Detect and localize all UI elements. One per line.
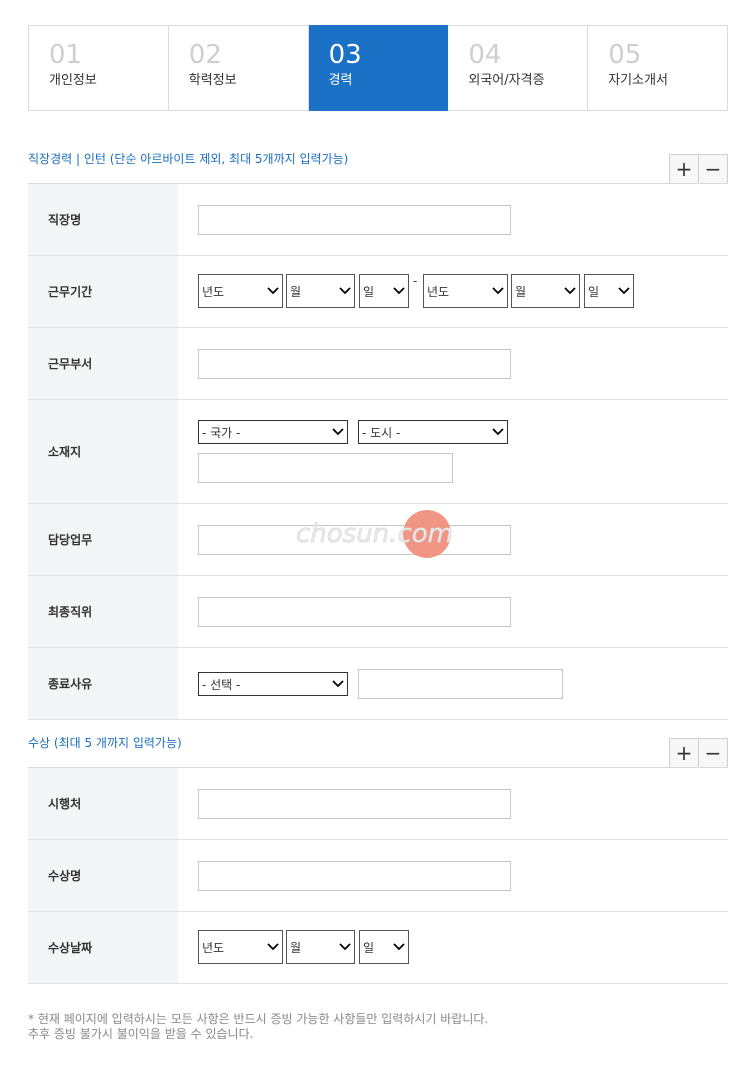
period-label: 근무기간 (28, 256, 178, 327)
final-position-input[interactable] (198, 597, 511, 627)
leave-reason-select[interactable]: - 선택 - (198, 672, 348, 696)
company-row: 직장명 (28, 184, 728, 256)
step-label: 외국어/자격증 (468, 73, 545, 88)
chevron-down-icon (329, 421, 347, 443)
award-month-select[interactable]: 월 (286, 930, 355, 964)
step-number: 01 (49, 40, 83, 70)
location-row: 소재지 - 국가 - - 도시 - (28, 400, 728, 504)
issuer-label: 시행처 (28, 768, 178, 839)
step-number: 04 (468, 40, 502, 70)
step-education[interactable]: 02 학력정보 (168, 26, 309, 110)
leave-reason-label: 종료사유 (28, 648, 178, 719)
chevron-down-icon (336, 931, 354, 963)
step-navigation: 01 개인정보 02 학력정보 03 경력 04 외국어/자격증 05 자기소개… (28, 25, 728, 111)
start-year-select[interactable]: 년도 (198, 274, 283, 308)
start-month-select[interactable]: 월 (286, 274, 355, 308)
issuer-row: 시행처 (28, 768, 728, 840)
award-table: 시행처 수상명 수상날짜 년도 월 일 (28, 767, 728, 984)
career-add-button[interactable]: + (670, 155, 699, 183)
end-year-select[interactable]: 년도 (423, 274, 508, 308)
company-input[interactable] (198, 205, 511, 235)
step-label: 학력정보 (188, 73, 237, 88)
step-label: 경력 (328, 73, 353, 88)
chevron-down-icon (336, 275, 354, 307)
award-name-input[interactable] (198, 861, 511, 891)
company-label: 직장명 (28, 184, 178, 255)
period-row: 근무기간 년도 월 일 - 년도 월 일 (28, 256, 728, 328)
career-remove-button[interactable]: − (699, 155, 727, 183)
award-section-title: 수상 (최대 5 개까지 입력가능) (28, 736, 182, 750)
country-select[interactable]: - 국가 - (198, 420, 348, 444)
step-number: 05 (608, 40, 642, 70)
notice-text: * 현재 페이지에 입력하시는 모든 사항은 반드시 증빙 가능한 사항들만 입… (28, 1012, 488, 1042)
award-add-button[interactable]: + (670, 739, 699, 767)
award-name-label: 수상명 (28, 840, 178, 911)
department-label: 근무부서 (28, 328, 178, 399)
award-date-row: 수상날짜 년도 월 일 (28, 912, 728, 984)
chevron-down-icon (615, 275, 633, 307)
chosun-watermark-logo: chosun.com (296, 510, 453, 558)
chevron-down-icon (264, 931, 282, 963)
final-position-label: 최종직위 (28, 576, 178, 647)
award-year-select[interactable]: 년도 (198, 930, 283, 964)
leave-reason-row: 종료사유 - 선택 - (28, 648, 728, 720)
step-number: 02 (188, 40, 222, 70)
department-row: 근무부서 (28, 328, 728, 400)
notice-line-2: 추후 증빙 불가시 불이익을 받을 수 있습니다. (28, 1027, 254, 1041)
award-date-label: 수상날짜 (28, 912, 178, 983)
award-name-row: 수상명 (28, 840, 728, 912)
chevron-down-icon (329, 673, 347, 695)
leave-reason-input[interactable] (358, 669, 563, 699)
notice-line-1: * 현재 페이지에 입력하시는 모든 사항은 반드시 증빙 가능한 사항들만 입… (28, 1012, 489, 1026)
chevron-down-icon (390, 275, 408, 307)
issuer-input[interactable] (198, 789, 511, 819)
career-section-title: 직장경력 | 인턴 (단순 아르바이트 제외, 최대 5개까지 입력가능) (28, 152, 349, 166)
award-remove-button[interactable]: − (699, 739, 727, 767)
step-label: 자기소개서 (608, 73, 668, 88)
start-day-select[interactable]: 일 (359, 274, 409, 308)
chevron-down-icon (264, 275, 282, 307)
location-label: 소재지 (28, 400, 178, 503)
end-month-select[interactable]: 월 (511, 274, 580, 308)
chevron-down-icon (489, 421, 507, 443)
location-address-input[interactable] (198, 453, 453, 483)
svg-text:chosun.com: chosun.com (296, 519, 453, 549)
step-career[interactable]: 03 경력 (308, 25, 449, 111)
career-add-remove: + − (669, 154, 728, 184)
chevron-down-icon (561, 275, 579, 307)
department-input[interactable] (198, 349, 511, 379)
award-add-remove: + − (669, 738, 728, 768)
period-separator: - (413, 274, 418, 288)
step-label: 개인정보 (49, 73, 97, 88)
step-language-certificate[interactable]: 04 외국어/자격증 (448, 26, 589, 110)
step-number: 03 (328, 40, 362, 70)
award-day-select[interactable]: 일 (359, 930, 409, 964)
final-position-row: 최종직위 (28, 576, 728, 648)
chevron-down-icon (390, 931, 408, 963)
career-table: 직장명 근무기간 년도 월 일 - 년도 월 일 근무부서 소재지 - 국가 -… (28, 183, 728, 720)
city-select[interactable]: - 도시 - (358, 420, 508, 444)
chevron-down-icon (489, 275, 507, 307)
step-self-introduction[interactable]: 05 자기소개서 (588, 26, 727, 110)
end-day-select[interactable]: 일 (584, 274, 634, 308)
step-personal-info[interactable]: 01 개인정보 (29, 26, 169, 110)
duty-label: 담당업무 (28, 504, 178, 575)
